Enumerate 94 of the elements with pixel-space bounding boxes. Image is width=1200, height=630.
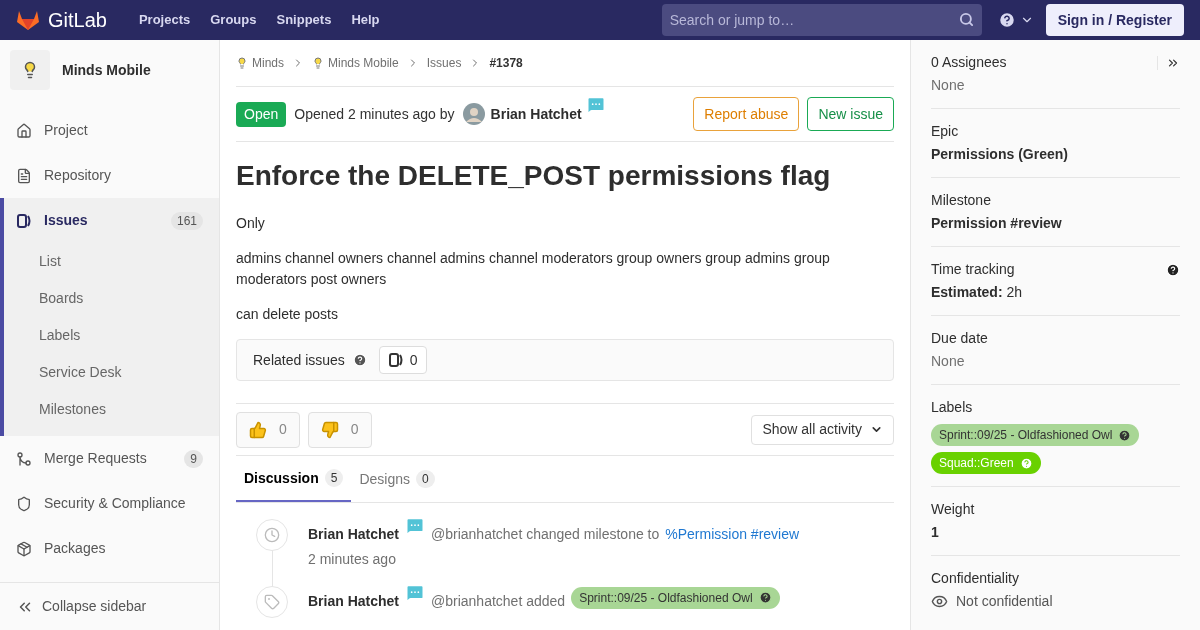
author-link[interactable]: Brian Hatchet (308, 524, 400, 545)
avatar (462, 103, 485, 125)
opened-text: Opened 2 minutes ago by (294, 104, 455, 124)
new-issue-button[interactable]: New issue (807, 97, 894, 131)
chat-icon (585, 95, 606, 115)
sidebar-subitem[interactable]: Service Desk (4, 354, 219, 391)
sidebar-item[interactable]: Project (0, 108, 219, 153)
sidebar-item[interactable]: Issues 161 (4, 198, 219, 243)
label-tag[interactable]: Sprint::09/25 - Oldfashioned Owl (931, 424, 1140, 446)
label-tag[interactable]: Sprint::09/25 - Oldfashioned Owl (571, 586, 780, 609)
section-title: Labels (931, 398, 974, 417)
reaction-button[interactable]: 0 (307, 411, 372, 448)
section-title: Confidentiality (931, 569, 1020, 588)
chat-icon (405, 516, 426, 536)
project-name[interactable]: Minds Mobile (62, 59, 151, 81)
milestone-link[interactable]: %Permission #review (665, 524, 800, 545)
event-text: @brianhatchet added (431, 592, 566, 611)
breadcrumb-link[interactable]: Minds (236, 54, 284, 72)
project-avatar[interactable] (10, 50, 50, 90)
tab[interactable]: Designs 0 (351, 456, 443, 502)
project-avatar-icon (312, 57, 324, 69)
section-title: Time tracking (931, 260, 1016, 279)
author-link[interactable]: Brian Hatchet (490, 103, 582, 125)
document-icon (16, 167, 32, 184)
activity-filter-dropdown[interactable]: Show all activity (751, 414, 894, 445)
sidebar-item[interactable]: Packages (0, 526, 219, 571)
collapse-sidebar-button[interactable]: Collapse sidebar (0, 582, 219, 630)
count-badge: 0 (416, 470, 435, 488)
breadcrumb-link[interactable]: Minds Mobile (312, 54, 399, 72)
tag-icon (264, 594, 280, 610)
sign-in-button[interactable]: Sign in / Register (1045, 4, 1184, 36)
help-icon (352, 353, 367, 367)
status-badge: Open (236, 101, 287, 127)
count-badge: 5 (324, 469, 344, 487)
chat-icon (405, 583, 426, 603)
issues-icon (16, 212, 32, 229)
help-icon (1166, 262, 1180, 277)
reaction-button[interactable]: 0 (236, 411, 300, 448)
sidebar-subitem[interactable]: Milestones (4, 391, 219, 428)
nav-link[interactable]: Snippets (276, 10, 332, 30)
nav-link[interactable]: Help (351, 10, 380, 30)
help-icon (1118, 428, 1132, 442)
description-paragraph: admins channel owners channel admins channel moderators group owners group admins group moderators post owners (236, 249, 831, 289)
shield-icon (16, 495, 32, 512)
panel-title: Related issues (253, 350, 345, 370)
clock-icon (264, 527, 280, 543)
project-avatar-icon (236, 57, 248, 69)
section-value: None (931, 76, 966, 95)
section-value: Estimated: 2h (931, 283, 1024, 302)
sidebar-item[interactable]: Merge Requests 9 (0, 436, 219, 481)
count-badge: 0 (378, 346, 427, 374)
section-title: Milestone (931, 191, 992, 210)
section-title: Epic (931, 122, 960, 141)
section-value: Permission #review (931, 214, 1063, 233)
event-text: @brianhatchet changed milestone to (431, 525, 660, 544)
help-icon (1019, 456, 1033, 470)
merge-icon (16, 450, 32, 467)
description-paragraph: can delete posts (236, 305, 339, 324)
bag-icon (16, 540, 32, 557)
description-paragraph: Only (236, 214, 266, 233)
brand-name[interactable]: GitLab (48, 5, 107, 35)
section-value: Not confidential (956, 592, 1053, 611)
help-icon (997, 11, 1016, 29)
thumbs-down-icon (320, 420, 339, 439)
issues-icon (387, 352, 404, 368)
sidebar-item[interactable]: Repository (0, 153, 219, 198)
sidebar-subitem[interactable]: Boards (4, 280, 219, 317)
tab[interactable]: Discussion 5 (236, 456, 352, 502)
section-value: None (931, 352, 966, 371)
author-link[interactable]: Brian Hatchet (308, 591, 400, 612)
fox-logo-icon (16, 9, 40, 31)
nav-link[interactable]: Projects (138, 10, 191, 30)
search-field[interactable]: Search or jump to… (661, 4, 982, 36)
help-dropdown[interactable] (997, 11, 1034, 29)
section-title: Due date (931, 329, 989, 348)
help-icon (758, 591, 772, 604)
section-title: 0 Assignees (931, 53, 1008, 72)
nav-link[interactable]: Groups (210, 10, 257, 30)
home-icon (16, 122, 32, 139)
section-value: 1 (931, 523, 940, 542)
count-badge: 9 (184, 449, 203, 468)
sidebar-item[interactable]: Security & Compliance (0, 481, 219, 526)
sidebar-subitem[interactable]: List (4, 243, 219, 280)
section-title: Weight (931, 500, 976, 519)
breadcrumb-link[interactable]: Issues (426, 54, 462, 72)
sidebar-subitem[interactable]: Labels (4, 317, 219, 354)
thumbs-up-icon (249, 420, 267, 439)
eye-icon (931, 593, 948, 610)
event-time: 2 minutes ago (308, 550, 397, 569)
issue-title: Enforce the DELETE_POST permissions flag (236, 159, 832, 193)
search-icon (958, 12, 974, 27)
breadcrumb-link[interactable]: #1378 (489, 54, 523, 72)
count-badge: 161 (170, 211, 203, 230)
section-value: Permissions (Green) (931, 145, 1069, 164)
